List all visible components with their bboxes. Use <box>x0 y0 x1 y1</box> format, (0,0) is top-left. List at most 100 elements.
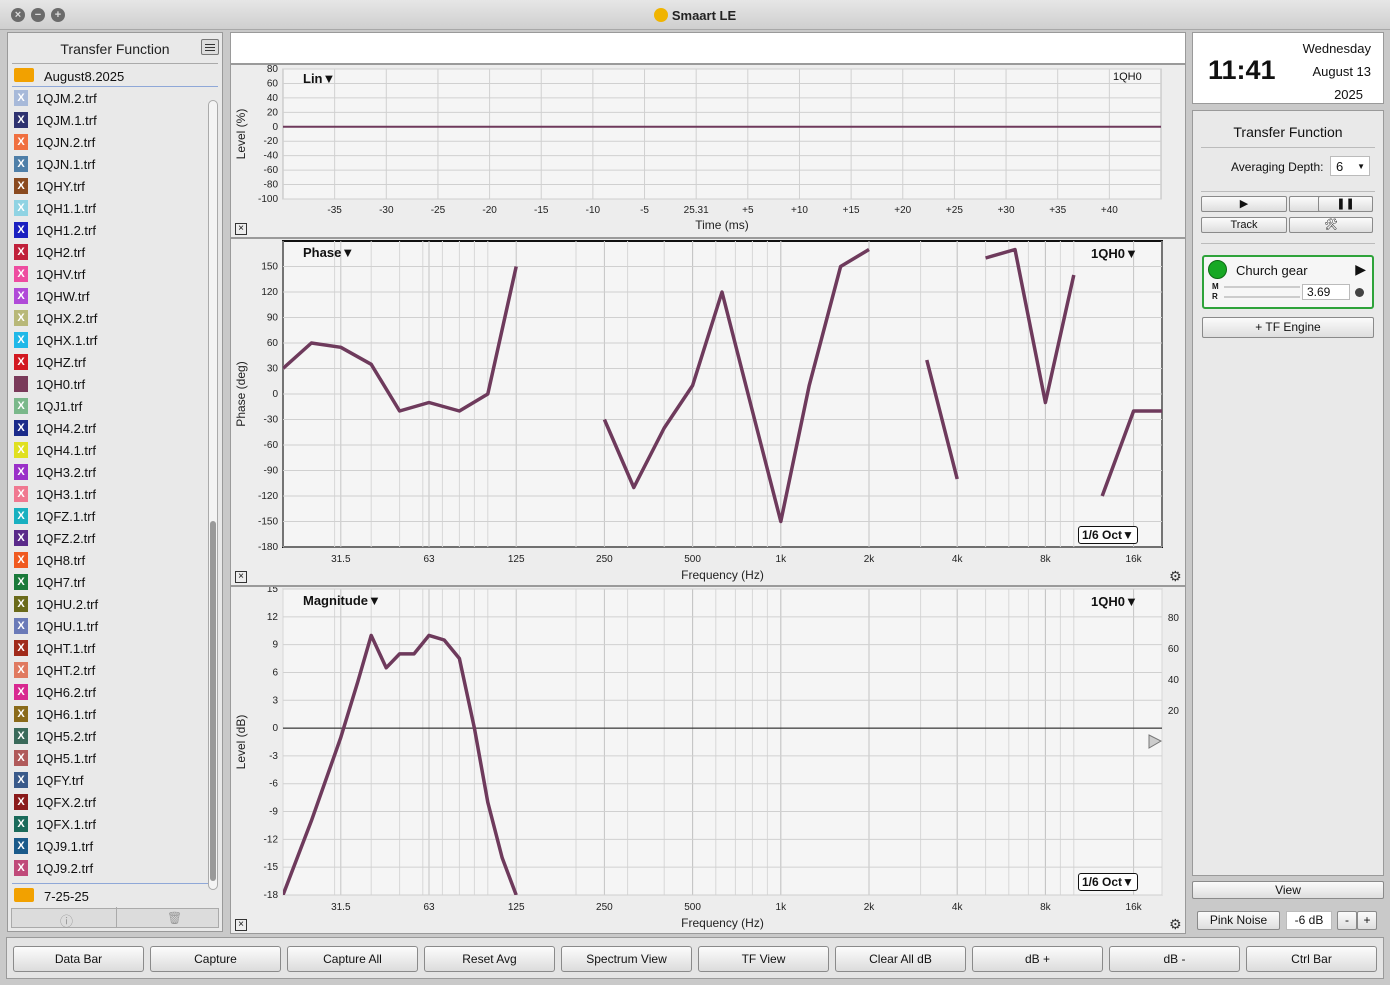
file-item[interactable]: X 1QHU.2.trf <box>12 593 202 615</box>
file-item[interactable]: X 1QH6.2.trf <box>12 681 202 703</box>
file-item[interactable]: X 1QHT.2.trf <box>12 659 202 681</box>
file-item[interactable]: X 1QFX.1.trf <box>12 813 202 835</box>
file-item[interactable]: X 1QJM.2.trf <box>12 87 202 109</box>
engine-status-icon[interactable] <box>1208 260 1227 279</box>
record-icon[interactable] <box>1355 288 1364 297</box>
close-plot-icon[interactable]: × <box>235 223 247 235</box>
bottom-button-data-bar[interactable]: Data Bar <box>13 946 144 972</box>
file-item[interactable]: X 1QH1.2.trf <box>12 219 202 241</box>
pause-button[interactable]: ❚❚ <box>1318 196 1373 212</box>
file-name: 1QJM.1.trf <box>36 113 97 128</box>
file-item[interactable]: X 1QH4.2.trf <box>12 417 202 439</box>
engine-delay-value[interactable]: 3.69 <box>1302 284 1350 300</box>
bottom-button-ctrl-bar[interactable]: Ctrl Bar <box>1246 946 1377 972</box>
noise-level-field[interactable]: -6 dB <box>1286 911 1332 930</box>
view-button[interactable]: View <box>1192 881 1384 899</box>
live-plot-label[interactable]: Lin▼ <box>303 71 335 86</box>
file-item[interactable]: X 1QJ9.1.trf <box>12 835 202 857</box>
plot-area <box>282 588 1163 896</box>
file-item[interactable]: X 1QJM.1.trf <box>12 109 202 131</box>
file-item[interactable]: X 1QH2.trf <box>12 241 202 263</box>
engine-expand-icon[interactable]: ▶ <box>1355 261 1366 278</box>
file-name: 1QJN.2.trf <box>36 135 96 150</box>
phase-smoothing-select[interactable]: 1/6 Oct▼ <box>1078 526 1138 544</box>
track-button[interactable]: Track <box>1201 217 1287 233</box>
file-item[interactable]: 1QH0.trf <box>12 373 202 395</box>
file-item[interactable]: X 1QJ1.trf <box>12 395 202 417</box>
bottom-button-db[interactable]: dB + <box>972 946 1103 972</box>
mag-plot-label[interactable]: Magnitude▼ <box>303 593 381 608</box>
scroll-thumb[interactable] <box>210 521 216 881</box>
bottom-button-db[interactable]: dB - <box>1109 946 1240 972</box>
bottom-button-spectrum-view[interactable]: Spectrum View <box>561 946 692 972</box>
mag-plot-trace[interactable]: 1QH0▼ <box>1091 594 1138 609</box>
file-item[interactable]: X 1QFY.trf <box>12 769 202 791</box>
phase-plot-label[interactable]: Phase▼ <box>303 245 354 260</box>
sidebar-menu-button[interactable] <box>201 39 219 55</box>
file-item[interactable]: X 1QH1.1.trf <box>12 197 202 219</box>
play-icon: ▶ <box>1239 198 1249 210</box>
close-plot-icon[interactable]: × <box>235 571 247 583</box>
x-tick-label: +15 <box>843 205 860 216</box>
file-item[interactable]: X 1QHT.1.trf <box>12 637 202 659</box>
file-item[interactable]: X 1QH4.1.trf <box>12 439 202 461</box>
file-item[interactable]: X 1QFZ.1.trf <box>12 505 202 527</box>
trf-file-icon: X <box>14 552 28 568</box>
bottom-button-capture[interactable]: Capture <box>150 946 281 972</box>
folder-open-icon <box>14 68 34 82</box>
add-tf-engine-button[interactable]: + TF Engine <box>1202 317 1374 338</box>
noise-plus-button[interactable]: + <box>1357 911 1377 930</box>
file-item[interactable]: X 1QJ9.2.trf <box>12 857 202 879</box>
play-button[interactable]: ▶ <box>1201 196 1287 212</box>
y-tick-label: -40 <box>264 151 279 162</box>
gear-icon[interactable]: ⚙ <box>1169 916 1182 933</box>
bottom-button-reset-avg[interactable]: Reset Avg <box>424 946 555 972</box>
bottom-button-capture-all[interactable]: Capture All <box>287 946 418 972</box>
file-item[interactable]: X 1QHV.trf <box>12 263 202 285</box>
y2-tick-label: 40 <box>1168 675 1180 686</box>
file-item[interactable]: X 1QFX.2.trf <box>12 791 202 813</box>
file-item[interactable]: X 1QHW.trf <box>12 285 202 307</box>
noise-minus-button[interactable]: - <box>1337 911 1357 930</box>
file-item[interactable]: X 1QJN.1.trf <box>12 153 202 175</box>
folder-open[interactable]: August8.2025 <box>12 65 218 87</box>
x-tick-label: -10 <box>586 205 601 216</box>
file-item[interactable]: X 1QHX.1.trf <box>12 329 202 351</box>
file-item[interactable]: X 1QHX.2.trf <box>12 307 202 329</box>
trf-file-icon: X <box>14 332 28 348</box>
file-item[interactable]: X 1QFZ.2.trf <box>12 527 202 549</box>
file-item[interactable]: X 1QHZ.trf <box>12 351 202 373</box>
file-name: 1QH1.2.trf <box>36 223 96 238</box>
file-item[interactable]: X 1QHU.1.trf <box>12 615 202 637</box>
close-plot-icon[interactable]: × <box>235 919 247 931</box>
file-name: 1QH6.2.trf <box>36 685 96 700</box>
trf-file-icon: X <box>14 772 28 788</box>
info-icon[interactable]: ⓘ <box>60 911 73 930</box>
file-item[interactable]: X 1QH6.1.trf <box>12 703 202 725</box>
x-tick-label: +30 <box>998 205 1015 216</box>
bottom-button-clear-all-db[interactable]: Clear All dB <box>835 946 966 972</box>
trash-icon[interactable]: 🗑 <box>167 911 182 925</box>
y-tick-label: -150 <box>258 517 278 528</box>
bottom-button-tf-view[interactable]: TF View <box>698 946 829 972</box>
sidebar-scrollbar[interactable] <box>208 100 218 890</box>
phase-plot-trace[interactable]: 1QH0▼ <box>1091 246 1138 261</box>
tools-button[interactable]: 🛠 <box>1289 217 1373 233</box>
file-item[interactable]: X 1QH7.trf <box>12 571 202 593</box>
folder-closed[interactable]: 7-25-25 <box>12 885 218 907</box>
tf-engine-card[interactable]: Church gear ▶ M R 3.69 <box>1202 255 1374 309</box>
mag-smoothing-select[interactable]: 1/6 Oct▼ <box>1078 873 1138 891</box>
file-item[interactable]: X 1QJN.2.trf <box>12 131 202 153</box>
file-item[interactable]: X 1QH8.trf <box>12 549 202 571</box>
x-tick-label: 16k <box>1126 554 1143 565</box>
pink-noise-button[interactable]: Pink Noise <box>1197 911 1280 930</box>
y-tick-label: 0 <box>272 389 278 400</box>
file-item[interactable]: X 1QH3.1.trf <box>12 483 202 505</box>
file-item[interactable]: X 1QH3.2.trf <box>12 461 202 483</box>
file-item[interactable]: X 1QH5.1.trf <box>12 747 202 769</box>
file-item[interactable]: X 1QHY.trf <box>12 175 202 197</box>
file-name: 1QH6.1.trf <box>36 707 96 722</box>
gear-icon[interactable]: ⚙ <box>1169 568 1182 585</box>
averaging-depth-select[interactable]: 6 ▼ <box>1330 156 1370 176</box>
file-item[interactable]: X 1QH5.2.trf <box>12 725 202 747</box>
